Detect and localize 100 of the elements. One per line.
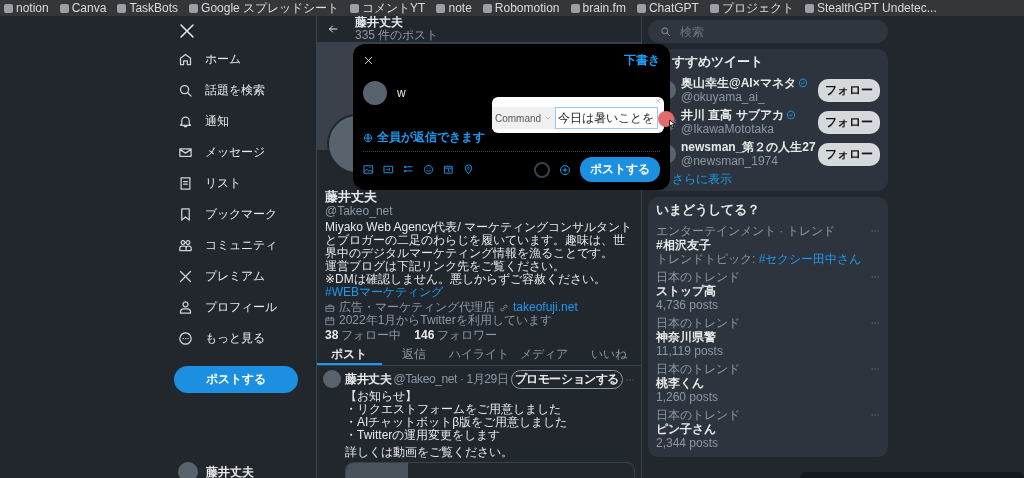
post-text-line: 詳しくは動画をご覧ください。 [345,446,514,459]
post-text-line: 【お知らせ】 [345,390,418,403]
bookmark-link[interactable]: TaskBots [129,1,179,15]
trend-detail: 4,736 posts [656,298,719,312]
nav-item[interactable]: プレミアム [170,261,310,292]
followers-link[interactable]: フォロワー [437,329,498,342]
trend-item[interactable]: エンターテインメント · トレンド #相沢友子 トレンドトピック: #セクシー田中さん [656,222,880,268]
bookmark-link[interactable]: Canva [71,1,107,15]
profile-tab[interactable]: メディア [511,345,577,365]
drafts-link[interactable]: 下書き [624,52,660,69]
nav-item[interactable]: ホーム [170,44,310,75]
followers-count: 146 [414,329,435,342]
nav-item[interactable]: もっと見る [170,323,310,354]
briefcase-icon [325,302,335,313]
schedule-icon[interactable] [443,164,454,175]
nav-item[interactable]: メッセージ [170,137,310,168]
trend-name: ピン子さん [656,422,716,436]
bookmark-icon [178,207,193,222]
bookmark-link[interactable]: コメントYT [362,0,426,16]
nav-item[interactable]: プロフィール [170,292,310,323]
user-handle: @newsman_1974 [681,154,779,168]
list-icon [178,176,193,191]
trend-item[interactable]: 日本のトレンド ピン子さん 2,344 posts [656,406,880,452]
profile-tab[interactable]: ポスト [317,345,382,365]
search-field[interactable]: 検索 [648,20,888,43]
globe-icon [363,132,373,143]
bookmark-link[interactable]: プロジェクト [721,0,794,16]
bookmark-favicon-icon [709,3,719,13]
command-input[interactable]: 今日は暑いことを [555,107,658,129]
bookmark-favicon-icon [350,3,360,13]
bookmark-favicon-icon [436,3,446,13]
profile-tab[interactable]: いいね [576,345,641,365]
trend-item[interactable]: 日本のトレンド 神奈川県警 11,119 posts [656,314,880,360]
gif-icon[interactable] [383,164,394,175]
user-name: 井川 直高 サブアカ [681,108,784,122]
nav-item[interactable]: ブックマーク [170,199,310,230]
profile-bio: 運営ブログは下記リンク先をご覧ください。 [325,260,566,273]
bookmark-favicon-icon [4,3,13,13]
trend-item[interactable]: 日本のトレンド 桃李くん 1,260 posts [656,360,880,406]
emoji-icon[interactable] [423,164,434,175]
post-avatar [323,370,341,388]
post-text-line: ・Twitterの運用変更をします [345,429,502,442]
post-text-line: ・リクエストフォームをご用意しました [345,403,562,416]
nav-item[interactable]: 通知 [170,106,310,137]
back-arrow-icon [327,23,339,35]
trend-name: #相沢友子 [656,238,711,252]
profile-name: 藤井丈夫 [325,189,378,205]
x-logo-icon [178,22,196,40]
bookmark-link[interactable]: brain.fm [582,1,626,15]
more-icon [178,331,193,346]
character-count-ring [534,161,550,178]
trend-context: 日本のトレンド [656,270,740,284]
user-handle: @okuyama_ai_ [681,90,766,104]
nav-item[interactable]: コミュニティ [170,230,310,261]
reply-setting-link[interactable]: 全員が返信できます [377,129,485,146]
profile-tab[interactable]: 返信 [381,345,447,365]
bookmark-favicon-icon [59,3,69,13]
bookmark-favicon-icon [570,3,580,13]
bookmark-link[interactable]: notion [16,1,49,15]
bookmark-link[interactable]: Google スプレッドシート [201,0,340,16]
website-link[interactable]: takeofuji.net [513,301,578,314]
following-count: 38 [325,329,339,342]
command-select[interactable]: Command [492,107,556,129]
compose-avatar [363,81,387,105]
card-title: いまどうしてる？ [656,202,761,218]
bell-icon [178,114,193,129]
trend-context: 日本のトレンド [656,362,740,376]
person-icon [178,300,193,315]
following-link[interactable]: フォロー中 [341,329,402,342]
link-icon [499,302,509,313]
post-author: 藤井丈夫 [345,373,392,386]
trend-name: 神奈川県警 [656,330,716,344]
image-icon[interactable] [363,164,374,175]
nav-item[interactable]: リスト [170,168,310,199]
bookmark-link[interactable]: Robomotion [494,1,560,15]
follow-button[interactable]: フォロー [818,142,880,166]
profile-bio: Miyako Web Agency代表/ マーケティングコンサルタントとブロガーの二足のわらじを履いています。趣味は、世界中のデジタルマーケティング情報を漁ることです。 [325,221,633,260]
trend-name: ストップ高 [656,284,716,298]
bookmark-link[interactable]: StealthGPT Undetec... [816,1,937,15]
trend-detail: 1,260 posts [656,390,719,404]
hashtag-link[interactable]: #WEBマーケティング [325,286,633,299]
close-icon [655,98,661,104]
nav-item[interactable]: 話題を検索 [170,75,310,106]
card-title: すすめツイート [671,54,764,70]
location-icon[interactable] [463,164,474,175]
search-icon [660,26,671,37]
trend-item[interactable]: 日本のトレンド ストップ高 4,736 posts [656,268,880,314]
trend-topic-link[interactable]: #セクシー田中さん [758,252,862,266]
trend-detail: 11,119 posts [656,344,723,358]
bookmark-link[interactable]: note [448,1,472,15]
bookmark-link[interactable]: ChatGPT [648,1,699,15]
follow-button[interactable]: フォロー [818,110,880,134]
poll-icon[interactable] [403,164,414,175]
add-icon[interactable] [559,163,571,176]
follow-button[interactable]: フォロー [818,78,880,102]
search-icon [178,83,193,98]
post-text-line: ・AIチャットボットβ版をご用意しました [345,416,569,429]
profile-tab[interactable]: ハイライト [446,345,512,365]
profile-handle: @Takeo_net [325,205,394,218]
trend-detail: トレンドトピック: [656,252,757,266]
